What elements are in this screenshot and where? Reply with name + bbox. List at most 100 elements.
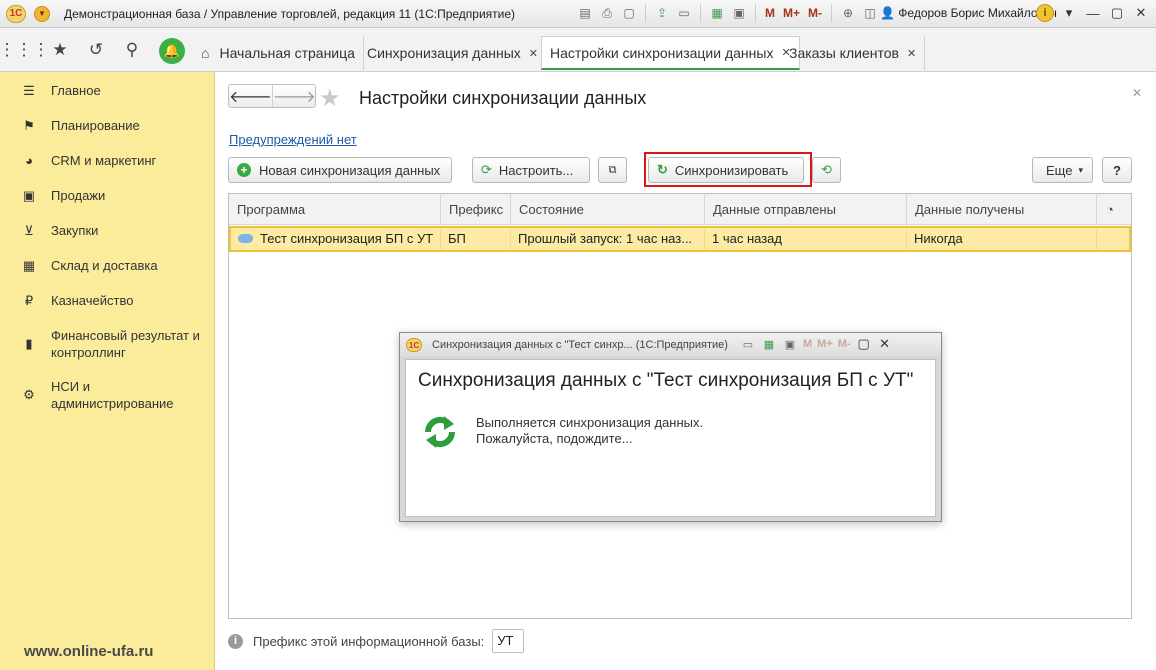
calculator-icon[interactable]: ▦ xyxy=(761,336,777,352)
save-icon[interactable]: ▤ xyxy=(576,4,594,22)
column-header-prefix[interactable]: Префикс xyxy=(441,194,511,225)
menu-icon: ☰ xyxy=(23,83,35,98)
close-icon[interactable]: ✕ xyxy=(529,47,538,60)
sidebar-item-label: Финансовый результат и контроллинг xyxy=(51,328,200,360)
titlebar-toolbar: ▤ ⎙ ▢ ⇪ ▭ ▦ ▣ M M+ M- ⊕ ◫ xyxy=(576,4,879,22)
cell-prefix: БП xyxy=(441,228,511,250)
dialog-heading: Синхронизация данных с "Тест синхронизац… xyxy=(418,370,914,391)
sidebar-item-main[interactable]: ☰ Главное xyxy=(0,82,215,99)
tab-label: Начальная страница xyxy=(219,45,355,61)
window-controls: i ▾ — ▢ ✕ xyxy=(1036,4,1150,22)
minimize-icon[interactable]: — xyxy=(1084,4,1102,22)
planning-icon: ⚑ xyxy=(23,118,35,133)
warnings-link[interactable]: Предупреждений нет xyxy=(229,132,357,147)
toolbar-divider xyxy=(755,4,756,22)
warehouse-icon: ▦ xyxy=(22,258,36,273)
table-row[interactable]: Тест синхронизация БП с УТ БП Прошлый за… xyxy=(229,226,1131,252)
notifications-bell-icon[interactable]: 🔔 xyxy=(159,38,185,64)
tab-sync-settings[interactable]: Настройки синхронизации данных ✕ xyxy=(541,36,800,70)
column-header-sent[interactable]: Данные отправлены xyxy=(705,194,907,225)
close-icon[interactable]: ✕ xyxy=(1132,86,1142,100)
cell-program: Тест синхронизация БП с УТ xyxy=(231,228,441,250)
sidebar-item-warehouse[interactable]: ▦ Склад и доставка xyxy=(0,257,215,274)
logo-1c-icon: 1С xyxy=(406,338,422,352)
sidebar-item-sales[interactable]: ▣ Продажи xyxy=(0,187,215,204)
print-icon[interactable]: ⎙ xyxy=(598,4,616,22)
memory-plus-button[interactable]: M+ xyxy=(781,4,802,22)
history-icon[interactable]: ↺ xyxy=(84,38,108,62)
tab-label: Заказы клиентов xyxy=(789,45,899,61)
more-button[interactable]: Еще ▾ xyxy=(1032,157,1093,183)
sidebar-item-label: Планирование xyxy=(51,118,140,133)
upload-icon[interactable]: ⇪ xyxy=(653,4,671,22)
open-window-button[interactable]: ⧉ xyxy=(598,157,627,183)
memory-minus-button[interactable]: M- xyxy=(838,336,851,352)
chart-icon: ▮ xyxy=(25,336,33,351)
calculator-icon[interactable]: ▦ xyxy=(708,4,726,22)
column-settings-icon[interactable]: ◔ xyxy=(1097,194,1131,225)
help-button[interactable]: ? xyxy=(1102,157,1132,183)
column-header-status[interactable]: Состояние xyxy=(511,194,705,225)
sidebar-item-admin[interactable]: ⚙ НСИ и администрирование xyxy=(0,378,215,412)
configure-sync-icon: ⟳ xyxy=(481,162,492,177)
column-header-received[interactable]: Данные получены xyxy=(907,194,1097,225)
sidebar-item-planning[interactable]: ⚑ Планирование xyxy=(0,117,215,134)
dialog-message: Выполняется синхронизация данных. Пожалу… xyxy=(476,415,703,447)
apps-grid-icon[interactable]: ⋮⋮⋮ xyxy=(0,38,50,62)
search-icon[interactable]: ⚲ xyxy=(120,38,144,62)
cloud-icon xyxy=(238,234,253,244)
sidebar-item-treasury[interactable]: ₽ Казначейство xyxy=(0,292,215,309)
dialog-message-line: Пожалуйста, подождите... xyxy=(476,431,633,446)
preview-icon[interactable]: ▢ xyxy=(620,4,638,22)
calendar-icon[interactable]: ▣ xyxy=(782,336,798,352)
sidebar-item-label: Главное xyxy=(51,83,101,98)
memory-m-button[interactable]: M xyxy=(803,336,812,352)
cart-icon: ⊻ xyxy=(24,223,34,238)
maximize-icon[interactable]: ▢ xyxy=(1108,4,1126,22)
close-icon[interactable]: ✕ xyxy=(877,336,893,352)
sidebar-item-label: Казначейство xyxy=(51,293,134,308)
back-arrow-icon[interactable]: 🡐 xyxy=(229,85,272,107)
printer-icon[interactable]: ▭ xyxy=(740,336,756,352)
prefix-field[interactable]: УТ xyxy=(492,629,525,653)
panel-icon[interactable]: ◫ xyxy=(861,4,879,22)
window-title: Демонстрационная база / Управление торго… xyxy=(64,6,516,21)
zoom-icon[interactable]: ⊕ xyxy=(839,4,857,22)
close-icon[interactable]: ✕ xyxy=(1132,4,1150,22)
favorite-star-icon[interactable]: ★ xyxy=(319,84,341,113)
forward-arrow-icon[interactable]: 🡒 xyxy=(271,85,316,107)
tab-sync-data[interactable]: Синхронизация данных ✕ xyxy=(359,36,547,70)
sidebar-item-label: Склад и доставка xyxy=(51,258,158,273)
sidebar-item-purchases[interactable]: ⊻ Закупки xyxy=(0,222,215,239)
memory-m-button[interactable]: M xyxy=(763,4,777,22)
user-name: Федоров Борис Михайлович xyxy=(898,6,1057,20)
maximize-icon[interactable]: ▢ xyxy=(856,336,872,352)
favorites-star-icon[interactable]: ★ xyxy=(48,38,72,62)
configure-button[interactable]: ⟳ Настроить... xyxy=(472,157,590,183)
sales-icon: ▣ xyxy=(22,188,36,203)
prefix-info: i Префикс этой информационной базы: УТ xyxy=(228,629,525,653)
info-icon[interactable]: i xyxy=(1036,4,1054,22)
memory-plus-button[interactable]: M+ xyxy=(817,336,833,352)
new-sync-button[interactable]: + Новая синхронизация данных xyxy=(228,157,452,183)
current-user[interactable]: 👤 Федоров Борис Михайлович xyxy=(880,6,1057,20)
main-menu-dropdown-icon[interactable]: ▼ xyxy=(34,5,50,22)
close-icon[interactable]: ✕ xyxy=(907,47,916,60)
tab-label: Синхронизация данных xyxy=(367,45,521,61)
tab-home[interactable]: ⌂ Начальная страница xyxy=(193,36,364,70)
sync-search-button[interactable]: ⟲ xyxy=(812,157,841,183)
page-title: Настройки синхронизации данных xyxy=(359,88,647,108)
history-nav: 🡐 🡒 xyxy=(228,84,316,108)
open-window-icon: ⧉ xyxy=(608,163,617,176)
watermark: www.online-ufa.ru xyxy=(24,643,154,660)
sidebar-item-finance[interactable]: ▮ Финансовый результат и контроллинг xyxy=(0,327,215,361)
column-header-program[interactable]: Программа xyxy=(229,194,441,225)
tab-customer-orders[interactable]: Заказы клиентов ✕ xyxy=(781,36,926,70)
chevron-down-icon[interactable]: ▾ xyxy=(1060,4,1078,22)
calendar-icon[interactable]: ▣ xyxy=(730,4,748,22)
table-header: Программа Префикс Состояние Данные отпра… xyxy=(229,194,1131,225)
printer-icon[interactable]: ▭ xyxy=(675,4,693,22)
toolbar-divider xyxy=(831,4,833,22)
sidebar-item-crm[interactable]: ◕ CRM и маркетинг xyxy=(0,152,215,169)
memory-minus-button[interactable]: M- xyxy=(806,4,824,22)
